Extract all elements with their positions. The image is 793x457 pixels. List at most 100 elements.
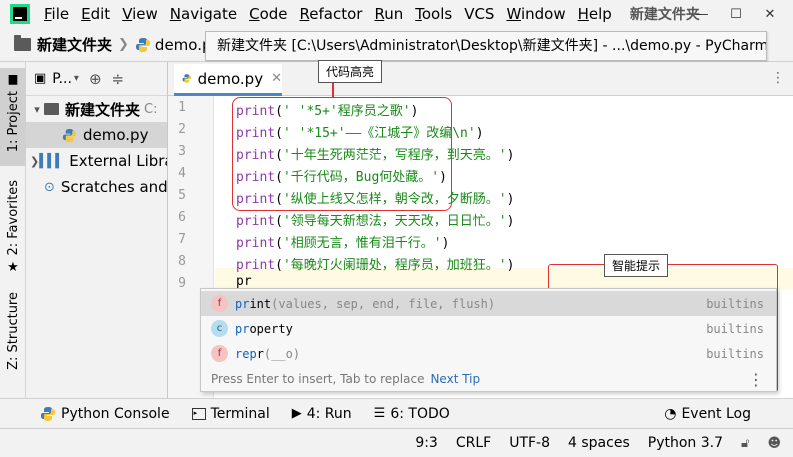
completion-item-property[interactable]: c property builtins [201, 316, 776, 341]
terminal-button[interactable]: ▸ Terminal [191, 405, 270, 422]
python-file-icon [62, 128, 77, 142]
menu-bar: File Edit View Navigate Code Refactor Ru… [0, 0, 793, 28]
function-icon: f [211, 345, 228, 362]
project-view-icon: ▣ [34, 71, 47, 86]
event-log-icon: ◔ [664, 405, 677, 422]
todo-label: 6: TODO [390, 405, 450, 422]
menu-view[interactable]: View [116, 0, 164, 28]
tree-item-demo-py[interactable]: demo.py [26, 122, 167, 148]
menu-vcs[interactable]: VCS [458, 0, 500, 28]
chevron-right-icon[interactable]: ❯ [30, 155, 39, 168]
tab-favorites-label: 2: Favorites [5, 180, 21, 256]
function-icon: f [211, 295, 228, 312]
close-icon[interactable]: ✕ [753, 4, 787, 24]
editor-tab-bar: demo.py ✕ ⋮ [168, 62, 793, 96]
line-number: 8 [178, 254, 186, 269]
line-number: 7 [178, 232, 186, 247]
maximize-icon[interactable]: ☐ [719, 4, 753, 24]
locate-target-icon[interactable]: ⊕ [89, 70, 102, 88]
menu-code[interactable]: Code [243, 0, 293, 28]
tab-label: demo.py [197, 69, 264, 88]
tree-item-project-folder[interactable]: ▾ 新建文件夹 C: [26, 96, 167, 122]
project-view-selector[interactable]: P... [52, 71, 72, 87]
more-options-icon[interactable]: ⋮ [748, 370, 764, 389]
line-number: 6 [178, 210, 186, 225]
python-console-icon [41, 406, 55, 421]
folder-icon: ▆ [8, 72, 18, 85]
completion-source: builtins [706, 346, 764, 361]
next-tip-link[interactable]: Next Tip [430, 372, 480, 386]
tree-item-label: demo.py [83, 126, 149, 144]
line-number: 5 [178, 188, 186, 203]
more-tabs-icon[interactable]: ⋮ [771, 70, 785, 86]
completion-hint: Press Enter to insert, Tab to replace [211, 372, 425, 386]
python-console-button[interactable]: Python Console [40, 406, 170, 422]
annotation-connector [332, 82, 334, 98]
tree-item-path-hint: C: [144, 101, 158, 117]
code-completion-popup: f print(values, sep, end, file, flush) b… [200, 288, 777, 392]
window-controls: — ☐ ✕ [685, 4, 787, 24]
breadcrumb-folder[interactable]: 新建文件夹 [37, 34, 112, 55]
tree-item-label: Scratches and Consoles [60, 178, 168, 196]
inspector-icon[interactable]: ☻ [767, 436, 781, 451]
menu-help[interactable]: Help [572, 0, 618, 28]
library-icon: ▍▍▍ [39, 153, 65, 169]
code-line-current[interactable]: pr [236, 274, 252, 289]
code-line: print('领导每天新想法，天天改，日日忙。') [236, 214, 515, 229]
scratches-icon: ⊙ [44, 179, 55, 195]
run-label: 4: Run [306, 405, 352, 422]
breadcrumb-separator-icon: ❯ [118, 37, 129, 52]
code-line: print('相顾无言，惟有泪千行。') [236, 236, 450, 251]
indent-setting[interactable]: 4 spaces [568, 435, 630, 451]
completion-callout: 智能提示 [604, 254, 669, 277]
collapse-all-icon[interactable]: ≑ [112, 70, 125, 88]
completion-source: builtins [706, 296, 764, 311]
menu-window[interactable]: Window [500, 0, 571, 28]
python-interpreter[interactable]: Python 3.7 [648, 435, 723, 451]
lock-icon[interactable]: 🔓︎ [741, 436, 749, 451]
tab-project[interactable]: ▆ 1: Project [0, 68, 26, 166]
tree-item-label: 新建文件夹 [65, 100, 141, 119]
tree-item-external-libraries[interactable]: ❯ ▍▍▍ External Libraries [26, 148, 167, 174]
tab-favorites[interactable]: 2: Favorites ★ [0, 180, 26, 280]
star-icon: ★ [7, 259, 19, 275]
menu-edit[interactable]: Edit [75, 0, 116, 28]
run-button[interactable]: ▶ 4: Run [292, 406, 352, 422]
bottom-tool-bar: Python Console ▸ Terminal ▶ 4: Run ☰ 6: … [0, 398, 793, 428]
code-highlight-annotation-box [232, 97, 452, 211]
completion-item-repr[interactable]: f repr(__o) builtins [201, 341, 776, 366]
menu-tools[interactable]: Tools [409, 0, 458, 28]
completion-item-print[interactable]: f print(values, sep, end, file, flush) b… [201, 291, 776, 316]
code-highlight-callout: 代码高亮 [318, 60, 383, 83]
line-number: 4 [178, 166, 186, 181]
line-separator[interactable]: CRLF [456, 435, 491, 451]
tab-structure[interactable]: Z: Structure [0, 292, 26, 396]
path-tooltip: 新建文件夹 [C:\Users\Administrator\Desktop\新建… [205, 31, 767, 61]
code-line: print('每晚灯火阑珊处，程序员，加班狂。') [236, 258, 515, 273]
terminal-label: Terminal [210, 405, 270, 422]
folder-icon [14, 35, 31, 51]
python-file-icon [135, 37, 150, 52]
menu-navigate[interactable]: Navigate [164, 0, 243, 28]
line-number: 3 [178, 144, 186, 159]
event-log-button[interactable]: ◔ Event Log [664, 406, 751, 422]
status-bar: 9:3 CRLF UTF-8 4 spaces Python 3.7 🔓︎ ☻ [0, 428, 793, 457]
menu-refactor[interactable]: Refactor [294, 0, 369, 28]
caret-position[interactable]: 9:3 [415, 435, 438, 451]
tab-structure-label: Z: Structure [5, 292, 21, 370]
close-tab-icon[interactable]: ✕ [271, 71, 282, 86]
chevron-down-icon[interactable]: ▾ [30, 103, 44, 116]
class-icon: c [211, 320, 228, 337]
tab-demo-py[interactable]: demo.py ✕ [174, 64, 282, 96]
todo-button[interactable]: ☰ 6: TODO [374, 406, 450, 422]
project-panel-header: ▣ P... ▾ ⊕ ≑ [26, 62, 167, 96]
terminal-icon: ▸ [191, 407, 206, 420]
chevron-down-icon[interactable]: ▾ [74, 73, 79, 84]
file-encoding[interactable]: UTF-8 [509, 435, 550, 451]
tab-project-label: 1: Project [5, 91, 21, 153]
tree-item-scratches[interactable]: ⊙ Scratches and Consoles [26, 174, 167, 200]
menu-run[interactable]: Run [368, 0, 409, 28]
completion-source: builtins [706, 321, 764, 336]
minimize-icon[interactable]: — [685, 4, 719, 24]
menu-file[interactable]: File [38, 0, 75, 28]
